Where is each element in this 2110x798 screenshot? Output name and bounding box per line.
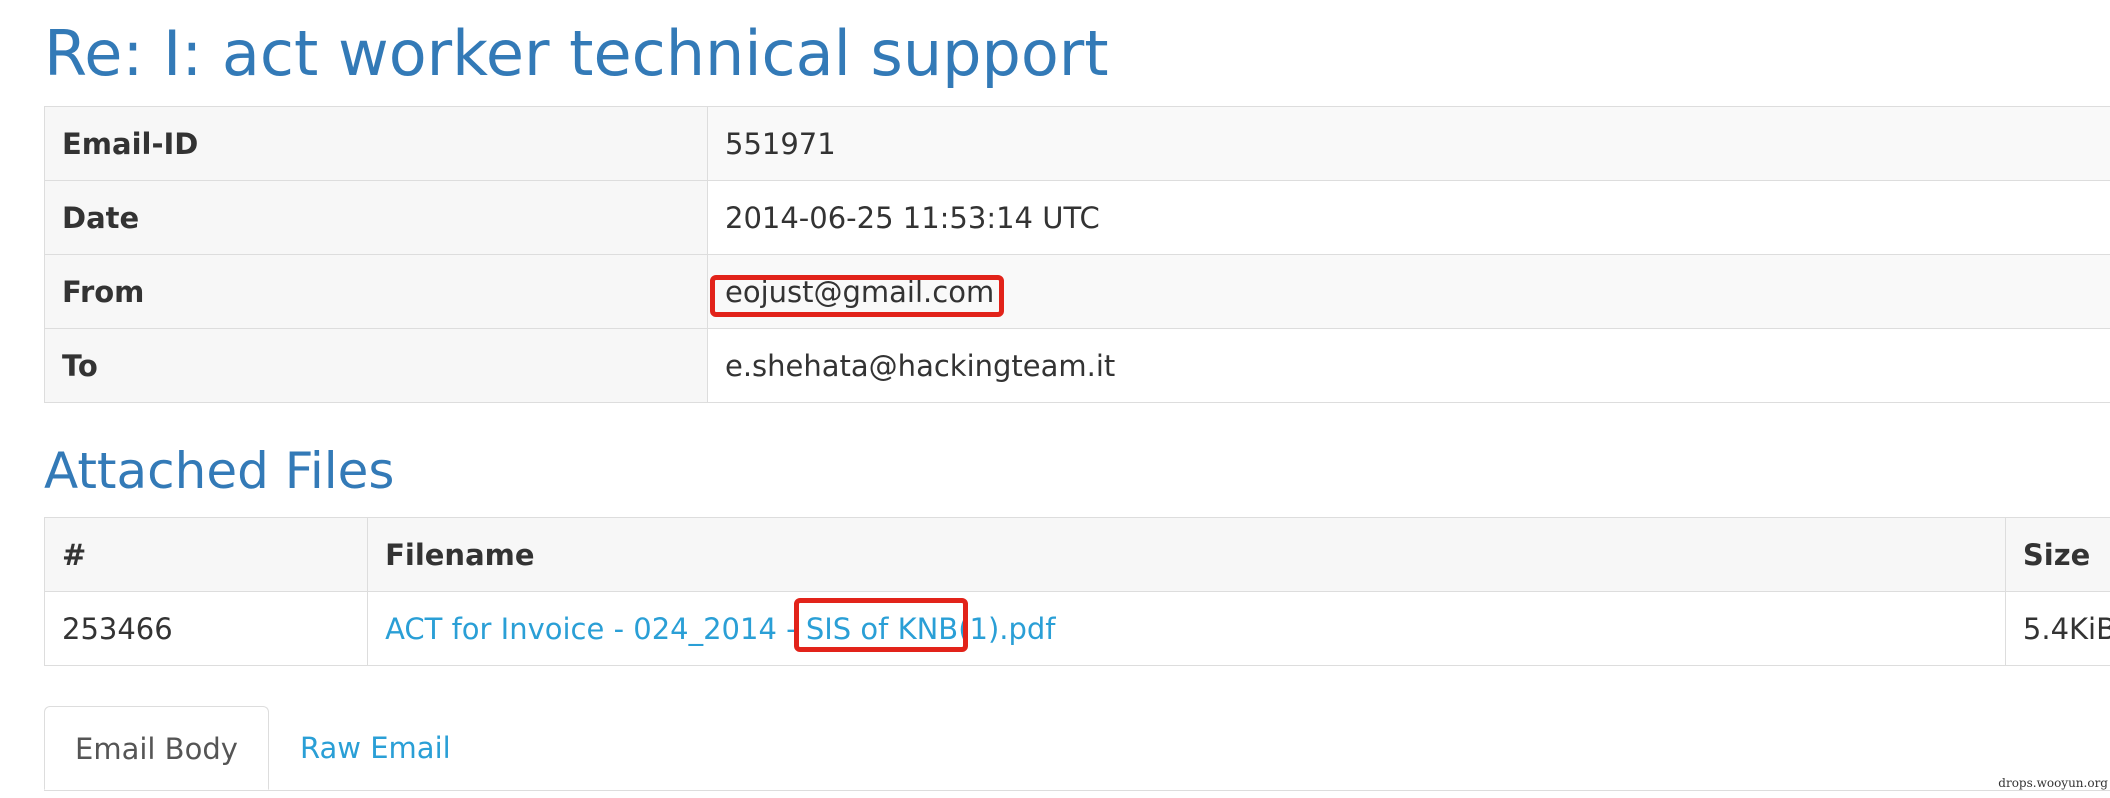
date-value: 2014-06-25 11:53:14 UTC <box>707 180 2110 255</box>
table-row: To e.shehata@hackingteam.it <box>44 328 2110 403</box>
email-id-label: Email-ID <box>44 106 708 181</box>
filename-cell: ACT for Invoice - 024_2014 - SIS of KNB(… <box>367 591 2006 666</box>
file-id: 253466 <box>43 591 369 666</box>
column-header-size: Size <box>2004 517 2110 592</box>
email-metadata-table: Email-ID 551971 Date 2014-06-25 11:53:14… <box>44 106 2110 403</box>
table-row: 253466 ACT for Invoice - 024_2014 - SIS … <box>43 591 2110 666</box>
column-header-filename: Filename <box>367 517 2006 592</box>
to-value: e.shehata@hackingteam.it <box>707 328 2110 403</box>
email-id-value: 551971 <box>707 106 2110 181</box>
tab-email-body[interactable]: Email Body <box>44 706 269 790</box>
from-label: From <box>44 254 708 329</box>
table-row: From eojust@gmail.com <box>44 254 2110 329</box>
filename-link[interactable]: ACT for Invoice - 024_2014 - SIS of KNB(… <box>385 612 1055 646</box>
page-title: Re: I: act worker technical support <box>44 17 1109 90</box>
to-label: To <box>44 328 708 403</box>
from-value: eojust@gmail.com <box>707 254 2110 329</box>
table-header-row: # Filename Size <box>43 517 2110 592</box>
watermark: drops.wooyun.org <box>1998 776 2108 790</box>
table-row: Email-ID 551971 <box>44 106 2110 181</box>
filename-suffix: (1).pdf <box>958 611 1056 646</box>
filename-prefix: ACT for Invoice - 024_2014 - <box>385 611 806 646</box>
tab-raw-email[interactable]: Raw Email <box>270 706 481 790</box>
filename-highlighted-part: SIS of KNB <box>805 611 959 646</box>
date-label: Date <box>44 180 708 255</box>
attached-files-table: # Filename Size 253466 ACT for Invoice -… <box>43 517 2110 666</box>
table-row: Date 2014-06-25 11:53:14 UTC <box>44 180 2110 255</box>
attached-files-heading: Attached Files <box>44 442 395 500</box>
file-size: 5.4KiB <box>2004 591 2110 666</box>
column-header-number: # <box>43 517 369 592</box>
email-tabs: Email Body Raw Email <box>44 706 2110 791</box>
